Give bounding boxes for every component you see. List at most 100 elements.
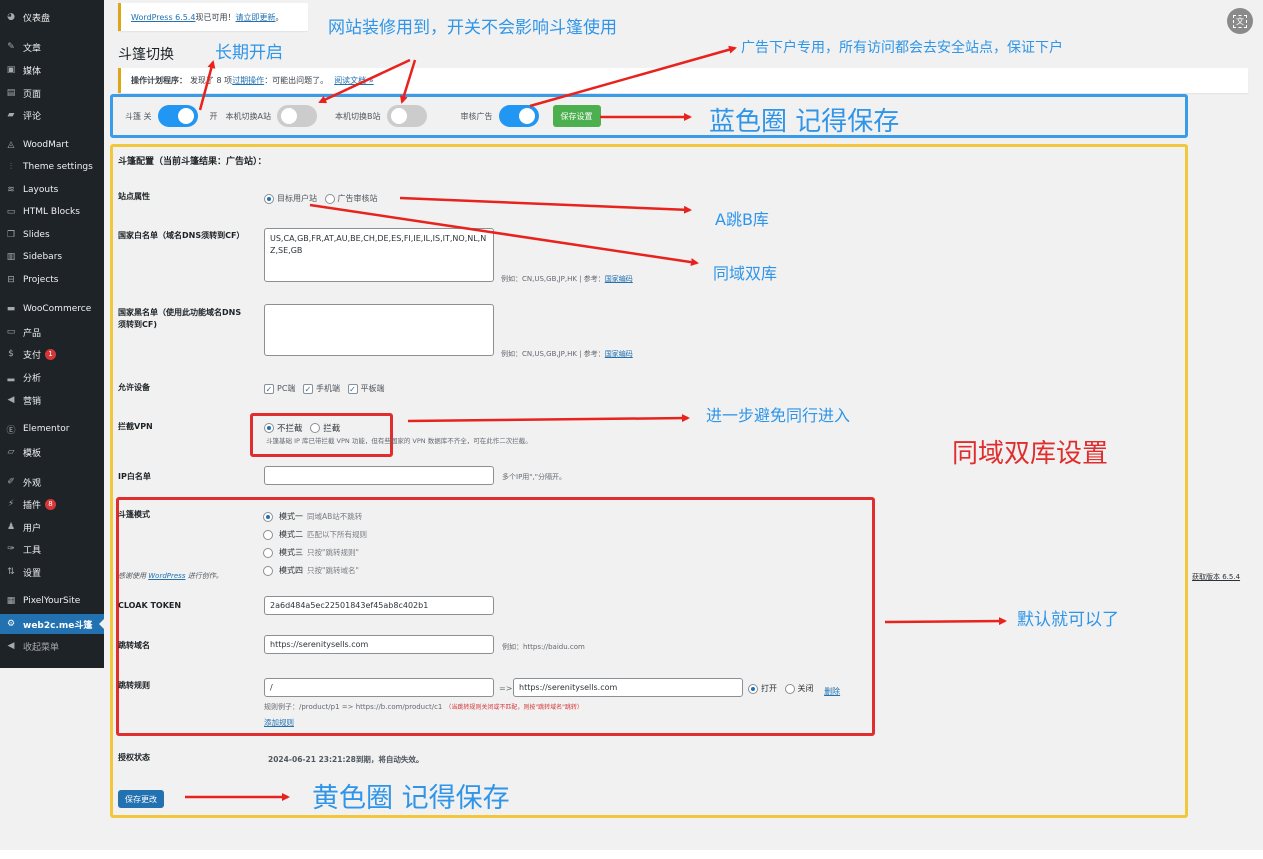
brush-icon: ✐	[7, 477, 15, 487]
layers-icon: ≋	[7, 185, 15, 195]
cron-label: 操作计划程序：	[131, 76, 187, 85]
sidebar-item[interactable]: ✑ 工具	[0, 539, 104, 559]
sidebar-item[interactable]: ▥ Sidebars	[0, 247, 104, 267]
site-attr-audit[interactable]: 广告审核站	[324, 193, 378, 204]
save-settings-button[interactable]: 保存设置	[552, 105, 601, 127]
checkbox-icon: ✓	[347, 383, 358, 394]
credit-suffix: 进行创作。	[185, 572, 223, 580]
sidebar-item-label: 页面	[23, 89, 42, 100]
sidebar-item[interactable]: $ 支付 1	[0, 344, 104, 364]
radio-icon	[263, 547, 273, 558]
country-code-link[interactable]: 国家编码	[605, 350, 633, 358]
cloak-switch[interactable]	[157, 105, 198, 127]
vpn-no-block[interactable]: 不拦截	[264, 422, 303, 434]
sidebar-item-label: Elementor	[23, 424, 70, 434]
option-label: 目标用户站	[277, 194, 317, 203]
cron-text: 发现了 8 项	[190, 76, 233, 85]
annotation-default-ok: 默认就可以了	[1017, 610, 1119, 630]
sliders-icon: ⫶	[9, 162, 13, 172]
country-code-link[interactable]: 国家编码	[605, 275, 633, 283]
overdue-actions-link[interactable]: 过期操作	[232, 75, 264, 86]
blacklist-hint: 例如：CN,US,GB,JP,HK | 参考：国家编码	[501, 349, 633, 359]
rule-delete-link[interactable]: 删除	[824, 687, 840, 696]
devices-checkboxes: ✓ PC端 ✓ 手机端 ✓ 平板端	[264, 383, 390, 394]
comments-icon: ▰	[7, 110, 15, 120]
update-now-link[interactable]: 请立即更新	[236, 12, 276, 23]
same-domain-settings-box	[116, 497, 875, 736]
sidebar-item[interactable]: ▱ 模板	[0, 442, 104, 462]
vpn-radios: 不拦截 拦截	[264, 422, 345, 436]
local-b-switch[interactable]	[386, 105, 427, 127]
mode-option[interactable]: 模式四 只按"跳转域名"	[263, 565, 359, 576]
sidebar-item-label: Projects	[23, 275, 59, 285]
site-attr-target[interactable]: 目标用户站	[264, 193, 317, 204]
sidebar-item[interactable]: Ⓔ Elementor	[0, 419, 104, 439]
sidebar-item[interactable]: ≋ Layouts	[0, 180, 104, 200]
translate-icon[interactable]: 文	[1227, 8, 1253, 34]
radio-icon	[310, 423, 321, 433]
sidebar-item[interactable]: ⇅ 设置	[0, 562, 104, 582]
sidebar-item-label: 设置	[23, 568, 42, 579]
mode-option[interactable]: 模式三 只按"跳转规则"	[263, 547, 359, 558]
option-label: 广告审核站	[337, 194, 378, 203]
notification-badge: 1	[45, 348, 57, 360]
get-version-link[interactable]: 获取版本 6.5.4	[1192, 572, 1240, 582]
annotation-blue-save: 蓝色圈 记得保存	[709, 107, 900, 137]
plugin-icon: ⚡	[7, 499, 15, 509]
sidebar-item[interactable]: ▤ 页面	[0, 83, 104, 103]
rule-close[interactable]: 关闭	[784, 683, 814, 694]
wordpress-link[interactable]: WordPress	[148, 572, 185, 580]
sidebar-item[interactable]: ⊟ Projects	[0, 270, 104, 290]
sidebar-item[interactable]: ▦ PixelYourSite	[0, 591, 104, 611]
sidebar-item[interactable]: ◀ 收起菜单	[0, 636, 104, 656]
sidebar-item[interactable]: ▣ 媒体	[0, 60, 104, 80]
device-tablet[interactable]: ✓ 平板端	[347, 383, 385, 394]
sidebar-item[interactable]: ▭ HTML Blocks	[0, 202, 104, 222]
blacklist-textarea[interactable]	[264, 304, 494, 356]
sidebar-item[interactable]: ◀ 营销	[0, 390, 104, 410]
sidebar-item[interactable]: ◕ 仪表盘	[0, 7, 104, 27]
redirect-domain-input[interactable]	[264, 635, 494, 654]
mode-option[interactable]: 模式一 同域AB站不跳转	[263, 511, 362, 522]
products-icon: ▭	[6, 327, 16, 337]
rule-open[interactable]: 打开	[748, 683, 777, 694]
device-pc[interactable]: ✓ PC端	[264, 383, 295, 394]
audit-ad-label: 审核广告	[460, 111, 493, 121]
save-changes-button[interactable]: 保存更改	[118, 790, 164, 808]
sidebar-item[interactable]: ⚡ 插件 8	[0, 494, 104, 514]
mode-name: 模式三	[279, 548, 303, 557]
rule-arrow: =>	[499, 684, 513, 693]
sidebar-item[interactable]: ✐ 外观	[0, 472, 104, 492]
ip-whitelist-hint: 多个IP用","分隔开。	[502, 473, 566, 481]
radio-icon	[784, 683, 795, 694]
rule-to-input[interactable]	[513, 678, 743, 697]
sidebar-item[interactable]: ▰ 评论	[0, 105, 104, 125]
sidebar-item[interactable]: ▭ 产品	[0, 322, 104, 342]
audit-ad-switch[interactable]	[498, 105, 539, 127]
switch-knob	[390, 108, 407, 124]
sidebar-item[interactable]: ⚙ web2c.me斗篷	[0, 614, 104, 634]
local-a-switch[interactable]	[277, 105, 318, 127]
vpn-block[interactable]: 拦截	[310, 422, 340, 434]
sidebar-item[interactable]: ▂ 分析	[0, 367, 104, 387]
sidebar-item[interactable]: ❐ Slides	[0, 225, 104, 245]
read-docs-link[interactable]: 阅读文档 »	[334, 75, 373, 86]
sidebar-item[interactable]: ✎ 文章	[0, 37, 104, 57]
annotation-avoid-peers: 进一步避免同行进入	[706, 406, 851, 425]
sidebar-item-label: HTML Blocks	[23, 207, 80, 217]
update-version-link[interactable]: WordPress 6.5.4	[131, 13, 196, 22]
mode-description: 同域AB站不跳转	[307, 512, 363, 521]
checkbox-icon: ✓	[302, 383, 313, 394]
sidebar-item[interactable]: ⫶ Theme settings	[0, 157, 104, 177]
add-rule-link[interactable]: 添加规则	[264, 717, 294, 728]
token-input[interactable]	[264, 596, 494, 615]
sidebar-item[interactable]: ▬ WooCommerce	[0, 299, 104, 319]
rule-from-input[interactable]	[264, 678, 494, 697]
ip-whitelist-input[interactable]	[264, 466, 494, 485]
sidebar-item[interactable]: ♟ 用户	[0, 517, 104, 537]
whitelist-textarea[interactable]: US,CA,GB,FR,AT,AU,BE,CH,DE,ES,FI,IE,IL,I…	[264, 228, 494, 282]
mode-option[interactable]: 模式二 匹配以下所有规则	[263, 529, 367, 540]
device-mobile[interactable]: ✓ 手机端	[302, 383, 340, 394]
admin-sidebar: ◕ 仪表盘 ✎ 文章 ▣ 媒体 ▤ 页面 ▰ 评论 ◬ WoodMart ⫶ Theme settings…	[0, 0, 104, 668]
sidebar-item[interactable]: ◬ WoodMart	[0, 135, 104, 155]
